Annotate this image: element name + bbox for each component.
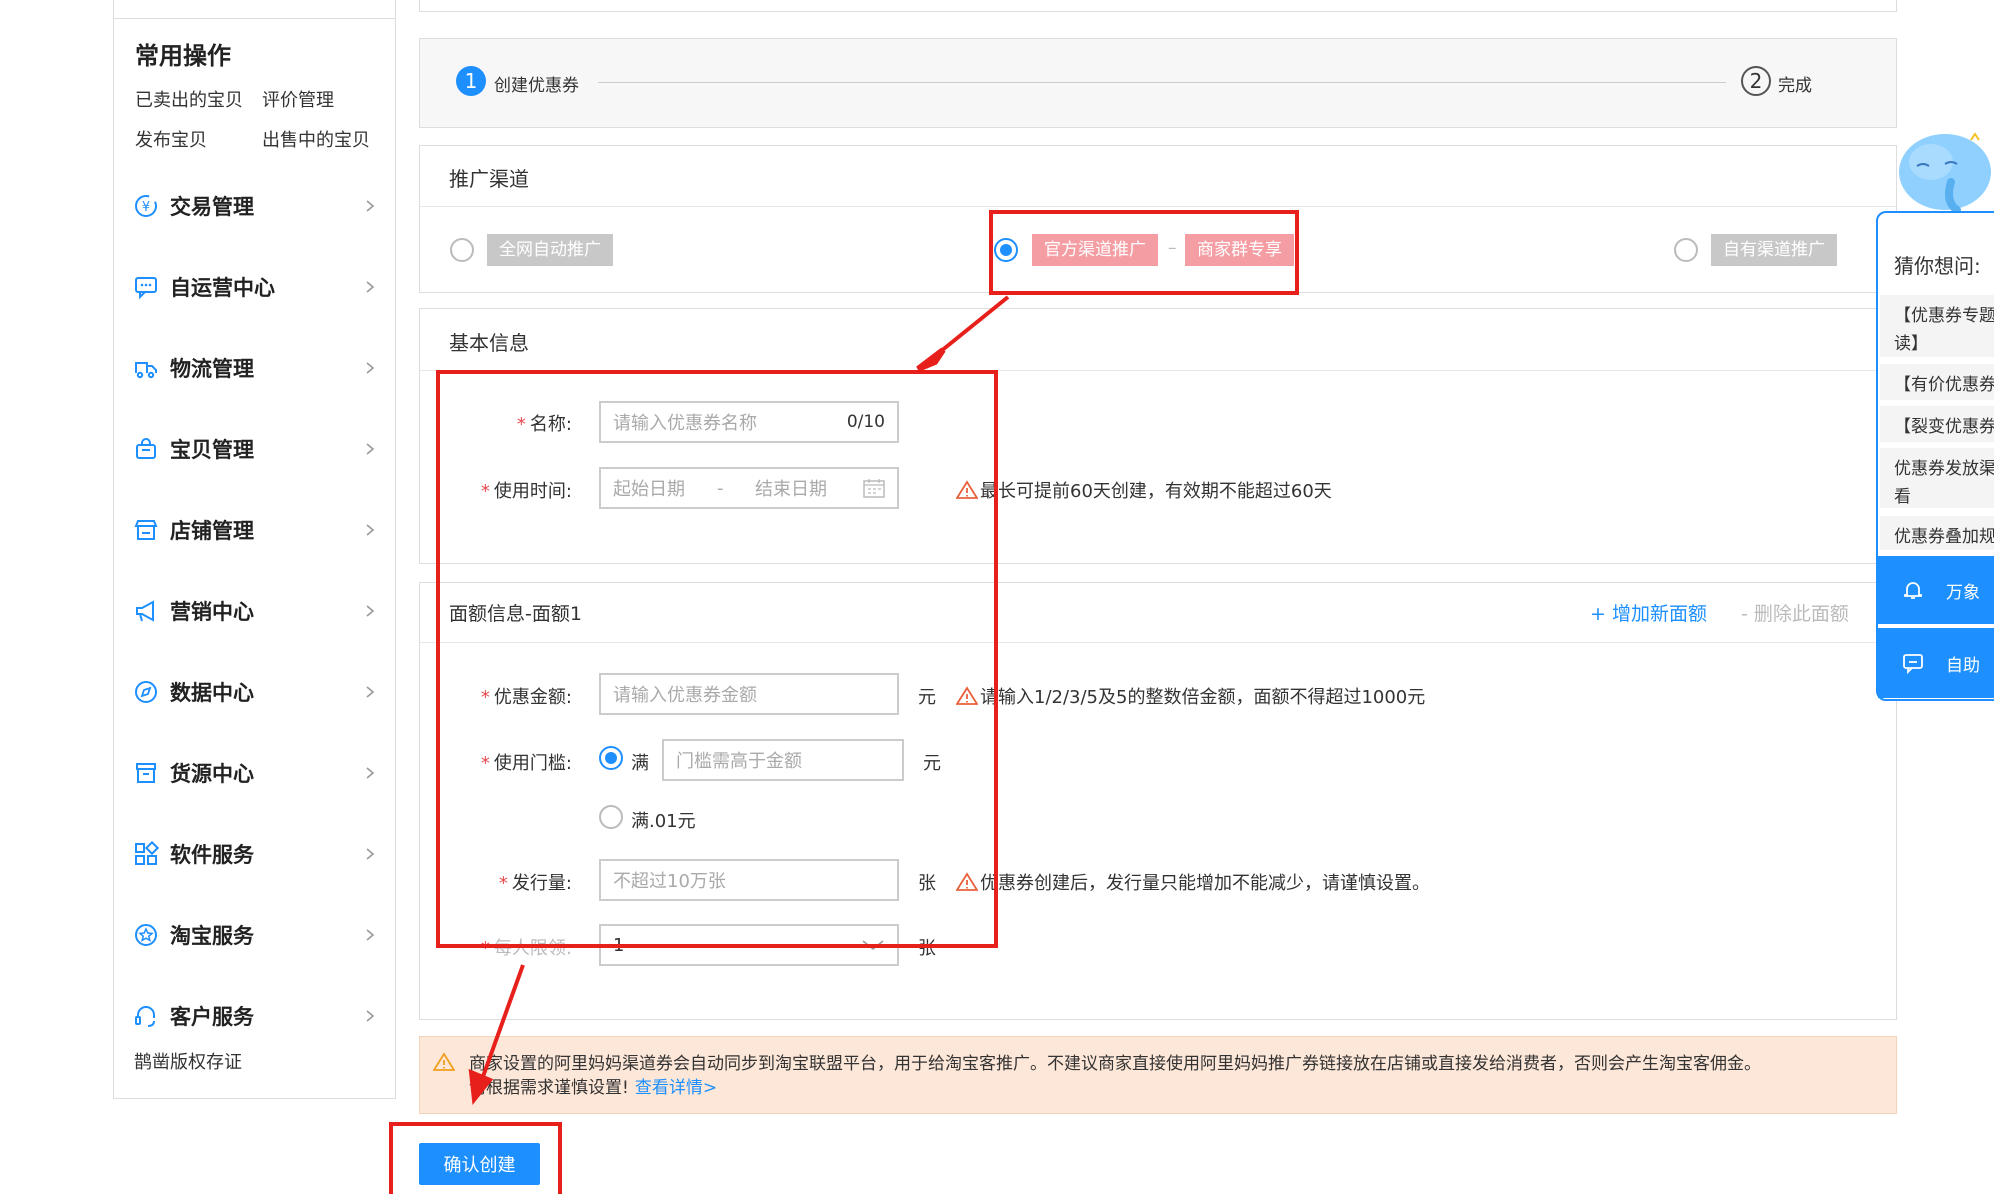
chat-item[interactable]: 【优惠券专题 [1880,295,1994,325]
bell-icon [1904,582,1922,599]
chat-bubble-icon [1903,654,1923,674]
chat-btn-notify[interactable]: 万象 [1878,556,1994,624]
chat-item[interactable]: 【裂变优惠券 [1880,406,1994,442]
chat-item[interactable]: 优惠券发放渠 [1880,448,1994,478]
annotation-arrows [468,295,1010,1106]
chat-item[interactable]: 读】 [1880,323,1994,357]
chat-title: 猜你想问: [1894,254,1981,278]
chat-item[interactable]: 【有价优惠券 [1880,364,1994,400]
chat-btn-self-help-label: 自助 [1946,655,1980,676]
chat-item[interactable]: 看 [1880,476,1994,508]
chat-btn-notify-label: 万象 [1946,582,1980,603]
chat-item[interactable]: 优惠券叠加规 [1880,516,1994,550]
mascot-elephant-icon [1899,132,1991,214]
chat-btn-self-help[interactable]: 自助 [1878,628,1994,698]
